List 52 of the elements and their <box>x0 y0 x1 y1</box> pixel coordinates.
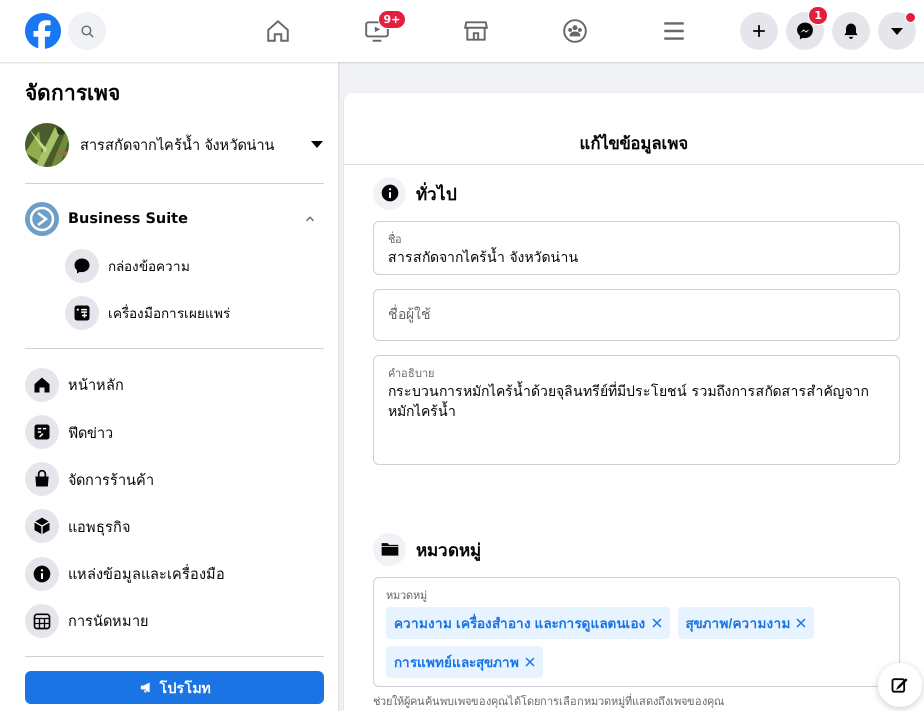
bell-button[interactable] <box>832 12 870 50</box>
logo[interactable] <box>24 12 62 50</box>
sidebar-item[interactable]: หน้าหลัก <box>68 373 124 396</box>
messenger-icon <box>795 21 815 41</box>
help-text: ช่วยให้ผู้คนค้นพบเพจของคุณได้โดยการเลือกหมวดหมู่ที่แสดงถึงเพจของคุณ <box>373 692 725 710</box>
sidebar-title: จัดการเพจ <box>25 80 121 107</box>
speech-bubble-icon <box>65 249 99 284</box>
page-name: สารสกัดจากไคร้น้ำ จังหวัดน่าน <box>80 133 300 156</box>
sidebar-item[interactable]: ฟีดข่าว <box>68 420 113 444</box>
remove-icon[interactable] <box>652 618 662 628</box>
business-suite-logo <box>25 202 59 236</box>
section-label[interactable]: Business Suite <box>68 211 294 228</box>
section-heading: ทั่วไป <box>416 180 457 206</box>
promote-button[interactable]: โปรโมท <box>25 671 324 704</box>
info-icon <box>373 176 406 210</box>
text-field[interactable]: ชื่อผู้ใช้ <box>373 289 900 341</box>
cube-icon <box>25 509 59 544</box>
feed-icon <box>25 415 59 450</box>
notification-badge: 1 <box>808 6 828 25</box>
text-field[interactable]: ชื่อ สารสกัดจากไคร้น้ำ จังหวัดน่าน <box>373 221 900 275</box>
remove-icon[interactable] <box>525 657 535 667</box>
calendar-icon <box>25 604 59 638</box>
caret-button[interactable] <box>878 12 916 50</box>
dialog-title: แก้ไขข้อมูลเพจ <box>344 93 924 165</box>
groups-icon <box>562 18 588 44</box>
info-icon <box>25 556 59 591</box>
sidebar-item[interactable]: แหล่งข้อมูลและเครื่องมือ <box>68 562 225 586</box>
home-icon <box>25 368 59 402</box>
sidebar-item[interactable]: แอพธุรกิจ <box>68 514 130 538</box>
search-button[interactable] <box>68 12 106 50</box>
sidebar-item[interactable]: เครื่องมือการเผยแพร่ <box>108 302 230 324</box>
category-tag[interactable]: การแพทย์และสุขภาพ <box>386 646 543 678</box>
sidebar-item[interactable]: จัดการร้านค้า <box>68 468 154 491</box>
caret-icon <box>891 28 903 34</box>
text-area[interactable]: คำอธิบาย กระบวนการหมักไคร้น้ำด้วยจุลินทรีย์ที่มีประโยชน์ รวมถึงการสกัดสารสำคัญจากหมักไคร้น้ำ <box>373 355 900 465</box>
sidebar-item[interactable]: การนัดหมาย <box>68 609 148 632</box>
list-plus-icon <box>65 296 99 330</box>
section-heading: หมวดหมู่ <box>416 540 481 562</box>
remove-icon[interactable] <box>796 618 806 628</box>
sidebar-item[interactable]: กล่องข้อความ <box>108 255 190 278</box>
home-icon <box>264 18 290 44</box>
caret-icon <box>311 141 323 148</box>
plus-button[interactable] <box>740 12 778 50</box>
category-tag[interactable]: ความงาม เครื่องสำอาง และการดูแลตนเอง <box>386 607 670 639</box>
messenger-button[interactable] <box>786 12 824 50</box>
notification-badge: 9+ <box>378 10 406 29</box>
bag-icon <box>25 462 59 496</box>
folder-icon <box>373 532 406 566</box>
nav-tab[interactable]: 9+ <box>327 5 426 57</box>
search-icon <box>78 22 96 40</box>
category-tag[interactable]: สุขภาพ/ความงาม <box>678 607 814 639</box>
category-field[interactable]: หมวดหมู่ ความงาม เครื่องสำอาง และการดูแลตนเอง สุขภาพ/ความงาม การแพทย์และสุขภาพ <box>373 577 900 687</box>
